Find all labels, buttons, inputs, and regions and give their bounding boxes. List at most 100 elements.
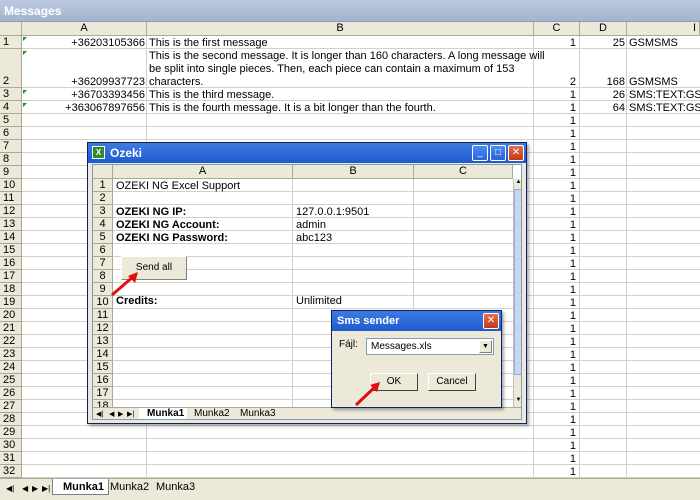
cell-parts[interactable]: 1: [534, 180, 576, 193]
last-sheet-icon[interactable]: ▶|: [127, 410, 134, 418]
cell-message-line[interactable]: characters.: [149, 76, 203, 89]
cancel-button[interactable]: Cancel: [428, 373, 476, 391]
row-header[interactable]: 17: [0, 270, 22, 283]
scroll-down-icon[interactable]: ▼: [514, 397, 521, 407]
row-header[interactable]: 30: [0, 439, 22, 452]
column-header-a[interactable]: A: [22, 22, 147, 36]
row-header[interactable]: 2: [0, 49, 22, 88]
row-header[interactable]: 25: [0, 374, 22, 387]
prev-sheet-icon[interactable]: ◀: [22, 484, 28, 493]
row-header[interactable]: 19: [0, 296, 22, 309]
row-header[interactable]: 27: [0, 400, 22, 413]
cell-phone[interactable]: +36203105366: [22, 37, 145, 50]
prev-sheet-icon[interactable]: ◀: [109, 410, 114, 418]
cell-parts[interactable]: 1: [534, 232, 576, 245]
ozeki-row-header[interactable]: 2: [93, 192, 113, 205]
cell-parts[interactable]: 1: [534, 167, 576, 180]
row-header[interactable]: 23: [0, 348, 22, 361]
sms-close-button[interactable]: ✕: [483, 313, 499, 329]
close-button[interactable]: ✕: [508, 145, 524, 161]
ozeki-row-header[interactable]: 17: [93, 387, 113, 400]
cell-parts[interactable]: 1: [534, 414, 576, 427]
ozeki-cell-b4[interactable]: admin: [296, 219, 326, 231]
ozeki-row-header[interactable]: 4: [93, 218, 113, 231]
ozeki-corner-header[interactable]: [93, 165, 113, 179]
ozeki-cell-b3[interactable]: 127.0.0.1:9501: [296, 206, 369, 218]
cell-parts[interactable]: 1: [534, 349, 576, 362]
cell-parts[interactable]: 1: [534, 206, 576, 219]
row-header[interactable]: 6: [0, 127, 22, 140]
ozeki-row-header[interactable]: 12: [93, 322, 113, 335]
ozeki-row-header[interactable]: 14: [93, 348, 113, 361]
row-header[interactable]: 16: [0, 257, 22, 270]
sms-dialog-title[interactable]: Sms sender: [332, 311, 501, 331]
row-header[interactable]: 3: [0, 88, 22, 101]
cell-parts[interactable]: 1: [534, 193, 576, 206]
last-sheet-icon[interactable]: ▶|: [42, 484, 50, 493]
column-header-i[interactable]: I: [627, 22, 700, 36]
cell-type[interactable]: GSMSMS: [629, 37, 678, 50]
first-sheet-icon[interactable]: ◀|: [6, 484, 14, 493]
row-header[interactable]: 13: [0, 218, 22, 231]
row-header[interactable]: 31: [0, 452, 22, 465]
ozeki-cell-a5[interactable]: OZEKI NG Password:: [116, 232, 228, 244]
ozeki-row-header[interactable]: 16: [93, 374, 113, 387]
cell-parts[interactable]: 1: [534, 154, 576, 167]
row-header[interactable]: 28: [0, 413, 22, 426]
row-header[interactable]: 8: [0, 153, 22, 166]
cell-parts[interactable]: 1: [534, 102, 576, 115]
ozeki-cell-a3[interactable]: OZEKI NG IP:: [116, 206, 186, 218]
row-header[interactable]: 24: [0, 361, 22, 374]
row-header[interactable]: 5: [0, 114, 22, 127]
cell-type[interactable]: SMS:TEXT:GS: [629, 89, 700, 102]
cell-parts[interactable]: 1: [534, 323, 576, 336]
row-header[interactable]: 21: [0, 322, 22, 335]
row-header[interactable]: 1: [0, 36, 22, 49]
scroll-thumb[interactable]: [514, 189, 521, 375]
ozeki-tab-munka2[interactable]: Munka2: [186, 408, 233, 419]
cell-phone[interactable]: +36209937723: [22, 76, 145, 89]
next-sheet-icon[interactable]: ▶: [32, 484, 38, 493]
cell-parts[interactable]: 2: [534, 76, 576, 89]
scroll-up-icon[interactable]: ▲: [514, 179, 521, 189]
corner-header[interactable]: [0, 22, 22, 36]
cell-length[interactable]: 26: [580, 89, 625, 102]
cell-parts[interactable]: 1: [534, 310, 576, 323]
cell-parts[interactable]: 1: [534, 375, 576, 388]
cell-phone[interactable]: +363067897656: [22, 102, 145, 115]
cell-parts[interactable]: 1: [534, 37, 576, 50]
cell-parts[interactable]: 1: [534, 401, 576, 414]
cell-parts[interactable]: 1: [534, 440, 576, 453]
column-header-c[interactable]: C: [534, 22, 580, 36]
ozeki-row-header[interactable]: 7: [93, 257, 113, 270]
ozeki-row-header[interactable]: 1: [93, 179, 113, 192]
cell-parts[interactable]: 1: [534, 115, 576, 128]
column-header-b[interactable]: B: [147, 22, 534, 36]
cell-message[interactable]: This is the first message: [149, 37, 268, 50]
cell-parts[interactable]: 1: [534, 141, 576, 154]
cell-message-line[interactable]: This is the second message. It is longer…: [149, 50, 545, 63]
chevron-down-icon[interactable]: ▼: [479, 340, 492, 353]
ozeki-cell-b10[interactable]: Unlimited: [296, 295, 342, 307]
ozeki-cell-a4[interactable]: OZEKI NG Account:: [116, 219, 219, 231]
ozeki-row-header[interactable]: 6: [93, 244, 113, 257]
column-header-d[interactable]: D: [580, 22, 627, 36]
ozeki-tab-munka3[interactable]: Munka3: [232, 408, 279, 419]
row-header[interactable]: 29: [0, 426, 22, 439]
maximize-button[interactable]: □: [490, 145, 506, 161]
cell-parts[interactable]: 1: [534, 388, 576, 401]
cell-parts[interactable]: 1: [534, 336, 576, 349]
cell-parts[interactable]: 1: [534, 258, 576, 271]
ozeki-row-header[interactable]: 13: [93, 335, 113, 348]
row-header[interactable]: 18: [0, 283, 22, 296]
cell-parts[interactable]: 1: [534, 284, 576, 297]
ozeki-title[interactable]: X Ozeki: [88, 143, 526, 163]
cell-parts[interactable]: 1: [534, 245, 576, 258]
row-header[interactable]: 22: [0, 335, 22, 348]
ozeki-tab-munka1[interactable]: Munka1: [139, 408, 188, 419]
row-header[interactable]: 10: [0, 179, 22, 192]
ozeki-column-header-c[interactable]: C: [414, 165, 513, 179]
cell-parts[interactable]: 1: [534, 362, 576, 375]
ozeki-column-header-a[interactable]: A: [113, 165, 293, 179]
ozeki-row-header[interactable]: 3: [93, 205, 113, 218]
